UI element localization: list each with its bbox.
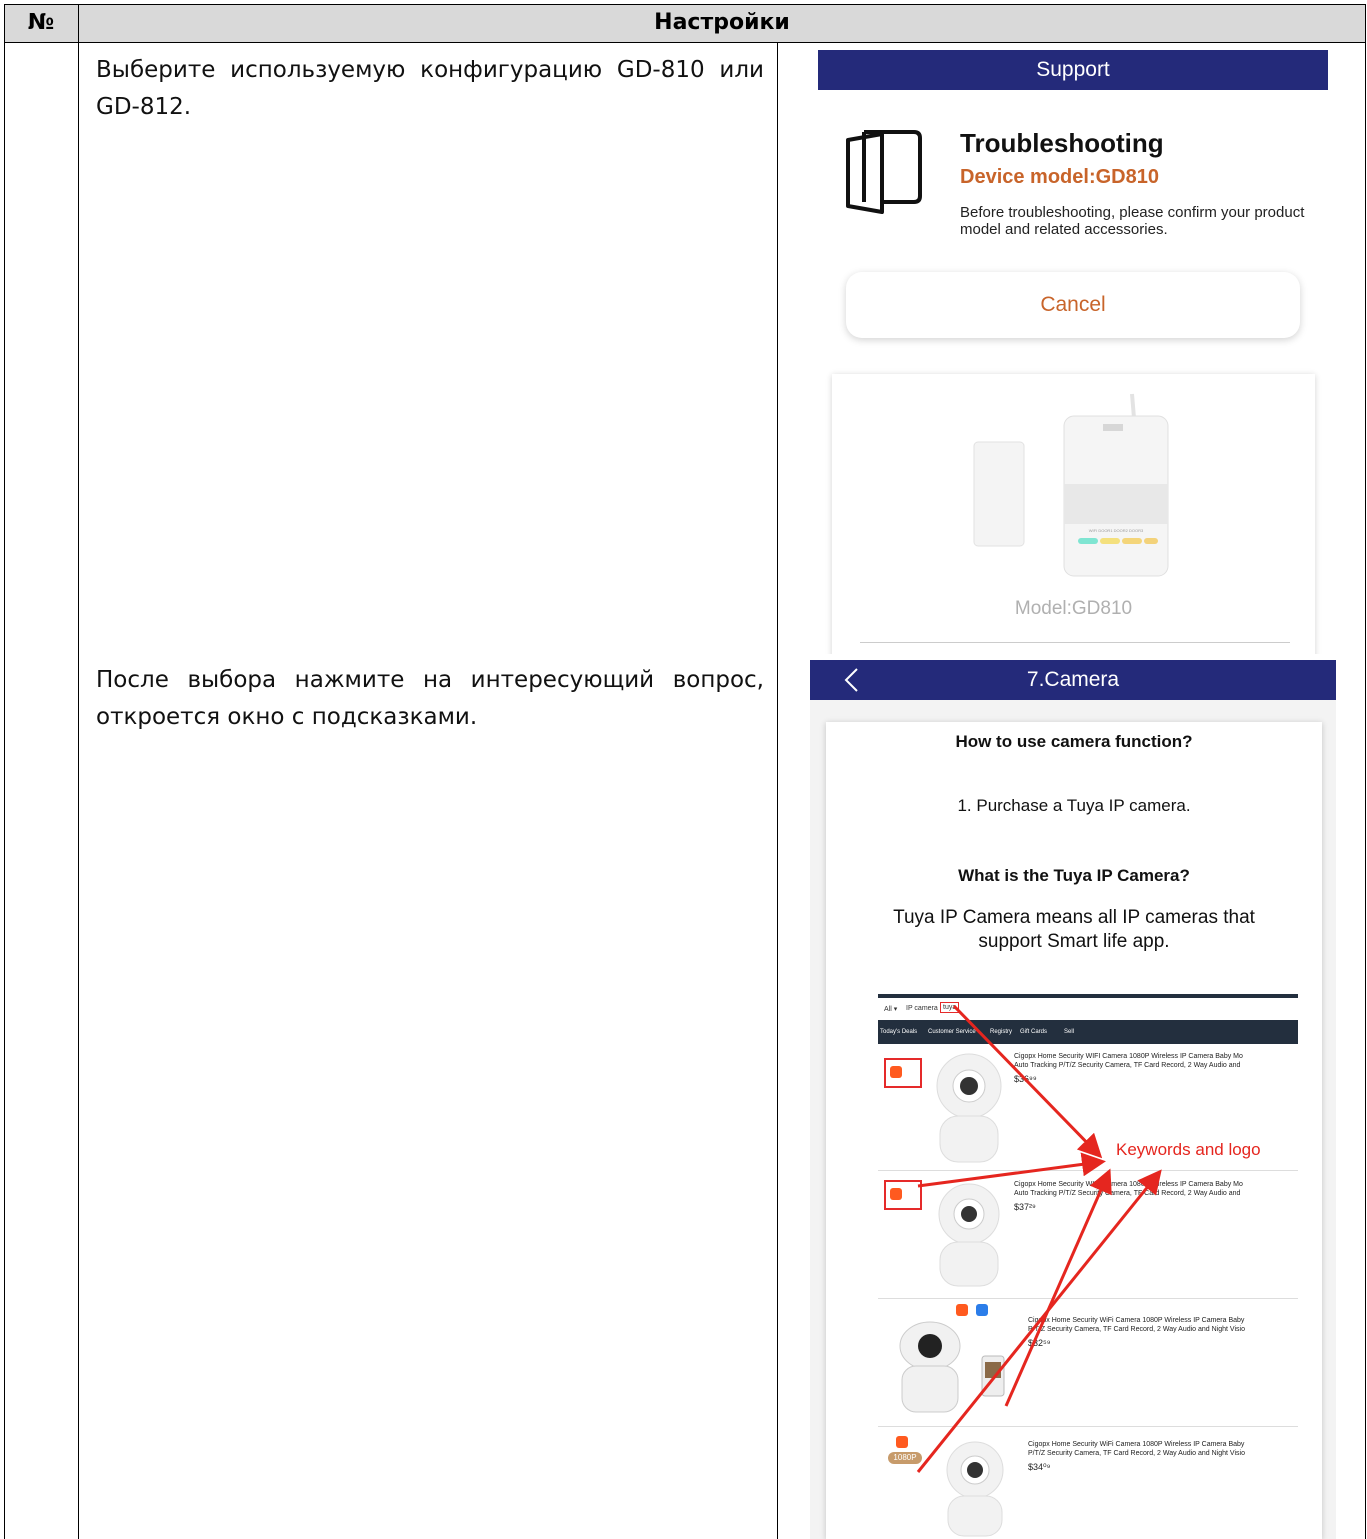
annotation-arrows bbox=[916, 1004, 1162, 1473]
camera-help-screenshot: 7.Camera How to use camera function? 1. … bbox=[810, 660, 1336, 1539]
device-model-label: Device model:GD810 bbox=[960, 166, 1159, 188]
support-appbar-title: Support bbox=[1036, 58, 1110, 81]
troubleshooting-title: Troubleshooting bbox=[960, 128, 1164, 158]
header-settings: Настройки bbox=[654, 10, 790, 35]
table-col-divider bbox=[78, 4, 79, 1539]
tuya-answer: Tuya IP Camera means all IP cameras that… bbox=[893, 907, 1255, 952]
step-purchase: 1. Purchase a Tuya IP camera. bbox=[957, 796, 1191, 815]
row2-instruction: После выбора нажмите на интересующий воп… bbox=[96, 667, 764, 730]
question-what-is-tuya: What is the Tuya IP Camera? bbox=[958, 866, 1190, 885]
table-inner-divider bbox=[777, 42, 778, 1539]
header-number: № bbox=[27, 10, 55, 35]
device-port-labels: WIFI DOOR1 DOOR2 DOOR3 bbox=[1089, 528, 1144, 533]
card-divider bbox=[860, 642, 1290, 643]
document-page: № Настройки Выберите используемую конфиг… bbox=[0, 0, 1367, 1539]
cancel-button[interactable]: Cancel bbox=[846, 272, 1300, 338]
table-header-divider bbox=[4, 42, 1366, 43]
troubleshooting-description: Before troubleshooting, please confirm y… bbox=[960, 204, 1305, 238]
table-border-left bbox=[4, 4, 5, 1539]
question-how-to-use: How to use camera function? bbox=[955, 732, 1193, 751]
support-screenshot: Support Troubleshooting Device model:GD8… bbox=[790, 46, 1350, 654]
support-appbar: Support bbox=[818, 50, 1328, 90]
row1-instruction: Выберите используемую конфигурацию GD-81… bbox=[96, 57, 764, 120]
gd810-device-image: WIFI DOOR1 DOOR2 DOOR3 bbox=[973, 393, 1169, 577]
camera-help-card: How to use camera function? 1. Purchase … bbox=[826, 722, 1322, 1539]
keywords-annotation: Keywords and logo bbox=[1116, 1140, 1261, 1159]
device-card[interactable]: WIFI DOOR1 DOOR2 DOOR3 Model:GD810 bbox=[832, 374, 1315, 654]
shop-screenshot: All ▾ IP camera tuya Today's Deals Custo… bbox=[878, 994, 1298, 1539]
device-caption: Model:GD810 bbox=[1014, 598, 1133, 619]
book-icon bbox=[846, 130, 922, 214]
chevron-left-icon[interactable] bbox=[842, 667, 862, 693]
table-border-right bbox=[1365, 4, 1366, 1539]
camera-appbar: 7.Camera bbox=[810, 660, 1336, 700]
camera-appbar-title: 7.Camera bbox=[1026, 668, 1120, 691]
